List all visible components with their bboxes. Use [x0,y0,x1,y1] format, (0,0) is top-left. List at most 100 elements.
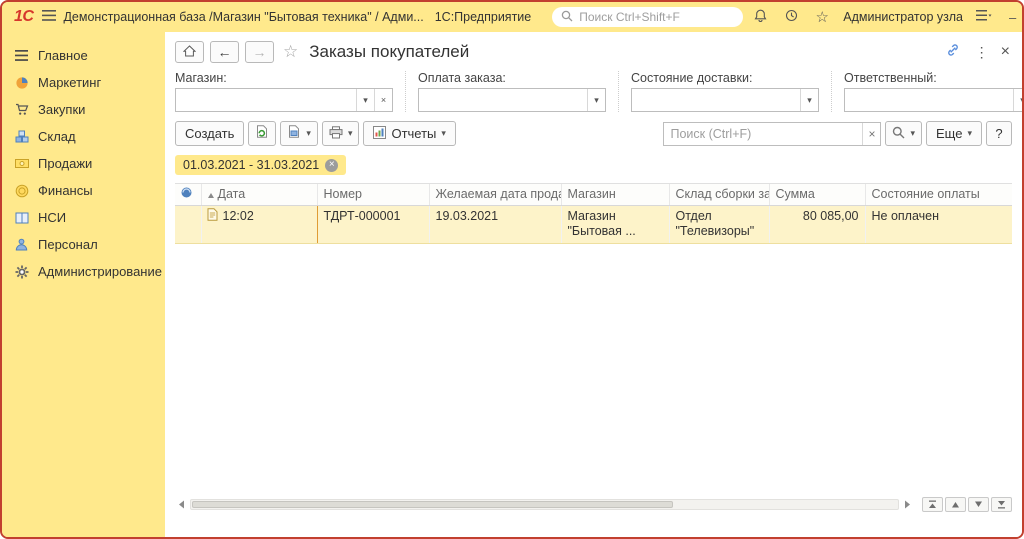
remove-period-filter-icon[interactable]: × [325,159,338,172]
store-combobox[interactable]: ▾ × [175,88,393,112]
cell-store-line2: "Бытовая ... [568,224,663,240]
hamburger-icon [42,10,56,24]
chevron-down-icon: ▾ [348,128,353,139]
column-header-number[interactable]: Номер [317,184,429,205]
add-favorite-star-icon[interactable]: ☆ [283,42,298,62]
clear-icon[interactable]: × [374,89,392,111]
global-search-input[interactable] [579,10,734,24]
sidebar-item-label: Персонал [38,237,98,252]
list-search[interactable]: × [663,122,881,146]
form-header-right: ⋮ × [943,42,1012,62]
document-icon [207,208,218,226]
row-marker-cell [175,205,201,243]
responsible-combobox[interactable]: ▾ × [844,88,1024,112]
reports-button[interactable]: Отчеты ▾ [363,121,455,146]
set-status-button[interactable]: ▾ [280,121,318,146]
column-header-desired-date[interactable]: Желаемая дата продажи [429,184,561,205]
column-header-store[interactable]: Магазин [561,184,669,205]
cash-icon [14,156,29,171]
sidebar-item-finansy[interactable]: Финансы [2,177,165,204]
print-button[interactable]: ▾ [322,121,360,146]
scrollbar-track[interactable] [190,499,899,510]
clear-search-icon[interactable]: × [862,123,880,145]
column-header-label: Состояние оплаты [872,187,980,201]
scroll-right-icon[interactable] [901,498,914,511]
advanced-search-button[interactable]: ▾ [885,121,922,146]
sort-ascending-icon [208,193,214,198]
scrollbar-thumb[interactable] [192,501,673,508]
cell-sum[interactable]: 80 085,00 [769,205,865,243]
minimize-button[interactable]: – [1009,11,1016,24]
period-filter-chip[interactable]: 01.03.2021 - 31.03.2021 × [175,155,346,175]
column-header-label: Склад сборки за... [676,187,770,201]
coin-icon [14,183,29,198]
column-header-payment-state[interactable]: Состояние оплаты [865,184,1012,205]
chevron-down-icon[interactable]: ▾ [800,89,818,111]
payment-input[interactable] [419,89,587,111]
table-row[interactable]: 12:02 ТДРТ-000001 19.03.2021 Магазин "Бы… [175,205,1012,243]
forward-button[interactable]: → [245,41,274,63]
sidebar-item-label: Маркетинг [38,75,101,90]
home-button[interactable] [175,41,204,63]
filters-panel: Магазин: ▾ × Оплата заказа: ▾ Состояние … [175,71,1012,112]
favorites-button[interactable]: ☆ [812,7,832,27]
create-button[interactable]: Создать [175,121,244,146]
scroll-down-button[interactable] [968,497,989,512]
get-link-button[interactable] [943,42,963,62]
pie-chart-icon [14,75,29,90]
cell-store[interactable]: Магазин "Бытовая ... [561,205,669,243]
scroll-up-button[interactable] [945,497,966,512]
column-header-label: Магазин [568,187,616,201]
current-user[interactable]: Администратор узла [843,10,963,24]
close-form-button[interactable]: × [1001,43,1010,61]
store-input[interactable] [176,89,356,111]
form-more-button[interactable]: ⋮ [975,44,989,61]
global-search[interactable] [552,7,743,27]
back-button[interactable]: ← [210,41,239,63]
star-icon: ☆ [816,8,829,26]
period-chip-label: 01.03.2021 - 31.03.2021 [183,158,319,172]
history-button[interactable] [781,7,801,27]
sidebar-item-prodazhi[interactable]: Продажи [2,150,165,177]
cell-warehouse[interactable]: Отдел "Телевизоры" [669,205,769,243]
sidebar-item-administrirovanie[interactable]: Администрирование [2,258,165,285]
cell-payment-state[interactable]: Не оплачен [865,205,1012,243]
chevron-down-icon[interactable]: ▾ [356,89,374,111]
column-header-warehouse[interactable]: Склад сборки за... [669,184,769,205]
cell-date[interactable]: 12:02 [201,205,317,243]
marker-column-header[interactable] [175,184,201,205]
scroll-to-bottom-button[interactable] [991,497,1012,512]
cell-desired-date[interactable]: 19.03.2021 [429,205,561,243]
create-copy-button[interactable] [248,121,276,146]
delivery-input[interactable] [632,89,800,111]
chevron-down-icon[interactable]: ▾ [587,89,605,111]
scroll-to-top-button[interactable] [922,497,943,512]
sidebar-item-zakupki[interactable]: Закупки [2,96,165,123]
payment-combobox[interactable]: ▾ [418,88,606,112]
responsible-input[interactable] [845,89,1013,111]
scroll-left-icon[interactable] [175,498,188,511]
main-menu-button[interactable] [42,7,56,27]
column-header-label: Дата [218,187,246,201]
help-button[interactable]: ? [986,121,1012,146]
sidebar-item-nsi[interactable]: НСИ [2,204,165,231]
history-clock-icon [785,9,798,25]
filter-chips-row: 01.03.2021 - 31.03.2021 × [175,155,1012,175]
chevron-down-icon[interactable]: ▾ [1013,89,1024,111]
delivery-combobox[interactable]: ▾ [631,88,819,112]
sidebar-item-marketing[interactable]: Маркетинг [2,69,165,96]
more-button[interactable]: Еще ▾ [926,121,982,146]
column-header-sum[interactable]: Сумма [769,184,865,205]
service-menu-button[interactable] [974,7,994,27]
column-header-date[interactable]: Дата [201,184,317,205]
list-search-input[interactable] [664,123,862,145]
sidebar-item-glavnoe[interactable]: Главное [2,42,165,69]
table-header-row: Дата Номер Желаемая дата продажи Магазин… [175,184,1012,205]
sidebar-item-personal[interactable]: Персонал [2,231,165,258]
cell-warehouse-line2: "Телевизоры" [676,224,763,240]
column-header-label: Сумма [776,187,815,201]
cell-number[interactable]: ТДРТ-000001 [317,205,429,243]
horizontal-scrollbar[interactable] [175,498,914,511]
notifications-button[interactable] [750,7,770,27]
sidebar-item-sklad[interactable]: Склад [2,123,165,150]
